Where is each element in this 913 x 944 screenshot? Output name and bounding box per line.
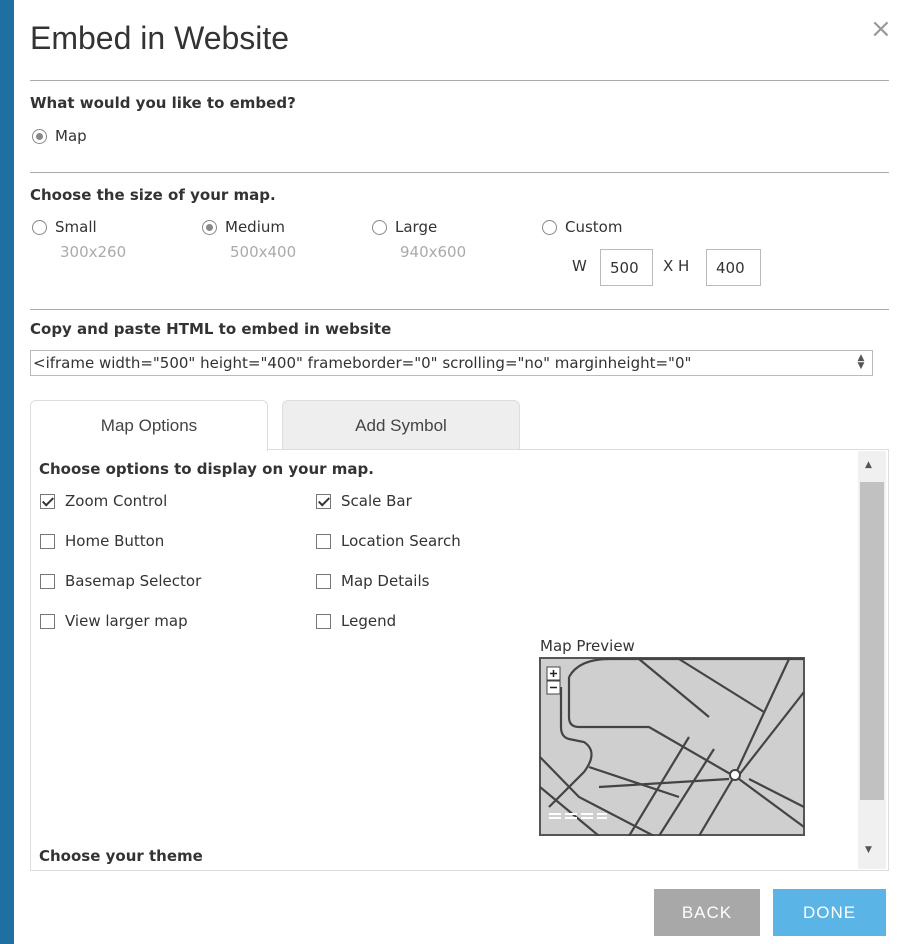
radio-medium-indicator[interactable] — [202, 219, 217, 235]
checkbox-legend-label: Legend — [341, 612, 397, 630]
radio-small-label: Small — [55, 218, 97, 236]
checkbox-basemap-selector-label: Basemap Selector — [65, 572, 202, 590]
custom-height-label: X H — [663, 257, 690, 275]
tab-add-symbol-label: Add Symbol — [355, 415, 447, 435]
radio-medium[interactable]: Medium — [202, 218, 285, 236]
checkbox-view-larger-map-label: View larger map — [65, 612, 188, 630]
divider — [30, 172, 889, 173]
html-code-heading: Copy and paste HTML to embed in website — [30, 320, 392, 338]
scroll-up-icon[interactable]: ▲ — [865, 460, 872, 470]
divider — [30, 309, 889, 310]
map-options-panel: Choose options to display on your map. Z… — [30, 449, 889, 871]
checkbox-scale-bar[interactable]: Scale Bar — [316, 492, 412, 510]
embed-type-heading: What would you like to embed? — [30, 94, 296, 112]
checkbox-zoom-control-label: Zoom Control — [65, 492, 168, 510]
tab-add-symbol[interactable]: Add Symbol — [282, 400, 520, 450]
radio-custom[interactable]: Custom — [542, 218, 622, 236]
radio-small[interactable]: Small — [32, 218, 97, 236]
tab-map-options-label: Map Options — [100, 416, 198, 435]
embed-dialog: Embed in Website × What would you like t… — [14, 0, 913, 944]
custom-height-input[interactable]: 400 — [706, 249, 761, 286]
radio-large-label: Large — [395, 218, 438, 236]
spin-arrows-icon[interactable]: ▲ ▼ — [854, 354, 868, 372]
checkbox-view-larger-map[interactable]: View larger map — [40, 612, 188, 630]
radio-medium-label: Medium — [225, 218, 285, 236]
radio-map[interactable]: Map — [32, 127, 87, 145]
checkbox-view-larger-map-box[interactable] — [40, 613, 55, 629]
size-large-dims: 940x600 — [400, 243, 467, 261]
radio-large-indicator[interactable] — [372, 219, 387, 235]
radio-large[interactable]: Large — [372, 218, 437, 236]
checkbox-location-search-label: Location Search — [341, 532, 461, 550]
back-button[interactable]: BACK — [654, 889, 760, 936]
map-preview-image — [539, 657, 805, 836]
checkbox-map-details-label: Map Details — [341, 572, 430, 590]
tab-map-options[interactable]: Map Options — [30, 400, 268, 451]
custom-width-label: W — [572, 257, 587, 275]
html-code-text: <iframe width="500" height="400" framebo… — [33, 354, 692, 372]
checkbox-location-search[interactable]: Location Search — [316, 532, 461, 550]
checkbox-legend[interactable]: Legend — [316, 612, 396, 630]
scroll-down-icon[interactable]: ▼ — [865, 845, 872, 855]
checkbox-basemap-selector[interactable]: Basemap Selector — [40, 572, 201, 590]
checkbox-home-button-label: Home Button — [65, 532, 165, 550]
radio-map-label: Map — [55, 127, 87, 145]
checkbox-map-details-box[interactable] — [316, 573, 331, 589]
radio-custom-label: Custom — [565, 218, 623, 236]
divider — [30, 80, 889, 81]
size-small-dims: 300x260 — [60, 243, 127, 261]
checkbox-location-search-box[interactable] — [316, 533, 331, 549]
checkbox-legend-box[interactable] — [316, 613, 331, 629]
checkbox-home-button[interactable]: Home Button — [40, 532, 164, 550]
radio-custom-indicator[interactable] — [542, 219, 557, 235]
checkbox-zoom-control[interactable]: Zoom Control — [40, 492, 167, 510]
html-code-textarea[interactable]: <iframe width="500" height="400" framebo… — [30, 350, 873, 376]
done-button[interactable]: DONE — [773, 889, 886, 936]
checkbox-home-button-box[interactable] — [40, 533, 55, 549]
size-heading: Choose the size of your map. — [30, 186, 276, 204]
checkbox-zoom-control-box[interactable] — [40, 493, 55, 509]
radio-map-indicator[interactable] — [32, 128, 47, 144]
map-options-heading: Choose options to display on your map. — [39, 460, 374, 478]
checkbox-map-details[interactable]: Map Details — [316, 572, 429, 590]
close-icon[interactable]: × — [870, 14, 892, 44]
theme-heading: Choose your theme — [39, 847, 203, 865]
checkbox-scale-bar-label: Scale Bar — [341, 492, 412, 510]
size-medium-dims: 500x400 — [230, 243, 297, 261]
dialog-title: Embed in Website — [30, 20, 290, 56]
map-preview-label: Map Preview — [540, 637, 635, 655]
scrollbar-thumb[interactable] — [860, 482, 884, 800]
checkbox-scale-bar-box[interactable] — [316, 493, 331, 509]
custom-width-input[interactable]: 500 — [600, 249, 653, 286]
radio-small-indicator[interactable] — [32, 219, 47, 235]
checkbox-basemap-selector-box[interactable] — [40, 573, 55, 589]
